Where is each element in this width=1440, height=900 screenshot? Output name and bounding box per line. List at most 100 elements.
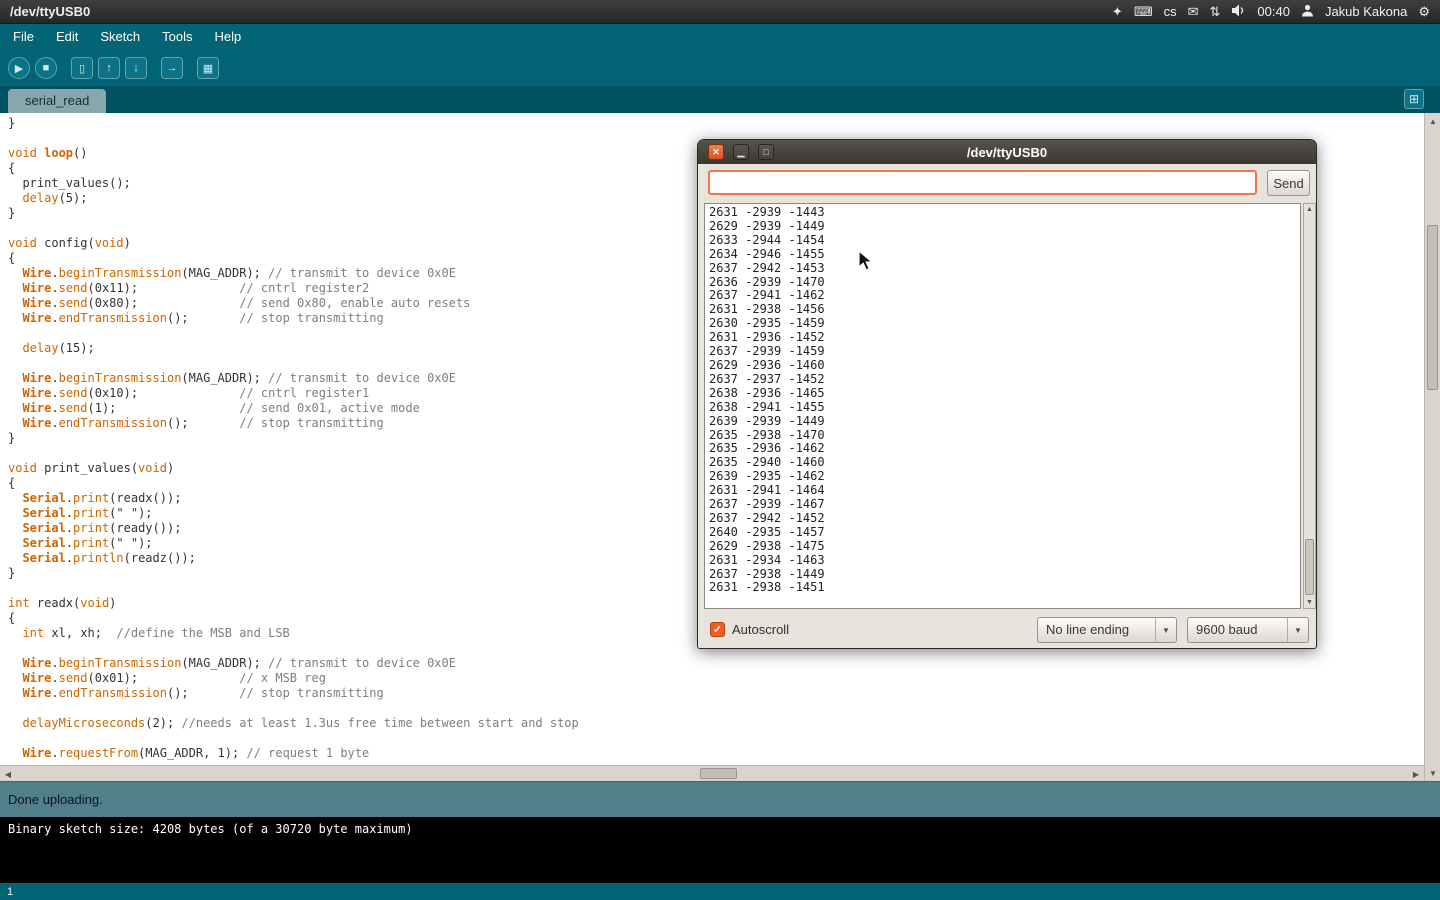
serial-line: 2637 -2939 -1467	[709, 498, 1300, 512]
serial-line: 2629 -2936 -1460	[709, 359, 1300, 373]
serial-monitor-button[interactable]: ▦	[197, 57, 219, 79]
serial-line: 2635 -2938 -1470	[709, 429, 1300, 443]
verify-button[interactable]: ▶	[8, 57, 30, 79]
horizontal-scroll-thumb[interactable]	[700, 768, 737, 779]
volume-icon[interactable]	[1231, 4, 1246, 19]
panel-indicators: ✦ ⌨ cs ✉ ⇅ 00:40 Jakub Kakona ⚙	[1112, 4, 1430, 19]
autoscroll-label: Autoscroll	[732, 622, 789, 637]
serial-line: 2629 -2939 -1449	[709, 220, 1300, 234]
serial-line: 2631 -2938 -1451	[709, 581, 1300, 595]
scroll-down-icon[interactable]: ▼	[1425, 765, 1440, 781]
serial-monitor-icon: ▦	[203, 62, 213, 75]
status-bar: Done uploading.	[0, 781, 1440, 817]
serial-monitor-title: /dev/ttyUSB0	[967, 145, 1047, 160]
window-minimize-button[interactable]: ▁	[733, 144, 749, 160]
vertical-scrollbar[interactable]: ▲ ▼	[1424, 113, 1440, 781]
serial-line: 2631 -2941 -1464	[709, 484, 1300, 498]
open-icon: ↑	[106, 62, 112, 74]
serial-line: 2639 -2935 -1462	[709, 470, 1300, 484]
toolbar: ▶ ■ ▯ ↑ ↓ → ▦	[0, 50, 1440, 86]
baud-rate-value: 9600 baud	[1188, 618, 1287, 642]
open-button[interactable]: ↑	[98, 57, 120, 79]
serial-output-scrollbar[interactable]: ▲ ▼	[1303, 203, 1316, 609]
menu-item-tools[interactable]: Tools	[151, 24, 203, 50]
tab-serial-read[interactable]: serial_read	[8, 89, 106, 113]
vertical-scroll-thumb[interactable]	[1427, 225, 1438, 390]
serial-line: 2630 -2935 -1459	[709, 317, 1300, 331]
window-maximize-button[interactable]: □	[758, 144, 774, 160]
serial-line: 2637 -2939 -1459	[709, 345, 1300, 359]
serial-output[interactable]: 2631 -2939 -14432629 -2939 -14492633 -29…	[704, 203, 1301, 609]
code-line	[8, 701, 1424, 716]
check-icon: ✓	[713, 623, 722, 636]
autoscroll-checkbox[interactable]: ✓	[710, 622, 725, 637]
save-button[interactable]: ↓	[125, 57, 147, 79]
serial-line: 2637 -2942 -1453	[709, 262, 1300, 276]
clock[interactable]: 00:40	[1257, 4, 1290, 19]
horizontal-scrollbar[interactable]: ◀ ▶	[0, 765, 1424, 781]
menu-item-edit[interactable]: Edit	[45, 24, 89, 50]
tab-menu-button[interactable]: ⊞	[1404, 89, 1424, 109]
verify-icon: ▶	[15, 62, 23, 75]
serial-line: 2631 -2936 -1452	[709, 331, 1300, 345]
serial-scroll-up-icon[interactable]: ▲	[1304, 204, 1315, 215]
serial-send-input[interactable]	[708, 170, 1257, 195]
serial-line: 2634 -2946 -1455	[709, 248, 1300, 262]
serial-line: 2631 -2938 -1456	[709, 303, 1300, 317]
code-line: Wire.requestFrom(MAG_ADDR, 1); // reques…	[8, 746, 1424, 761]
serial-line: 2638 -2941 -1455	[709, 401, 1300, 415]
serial-line: 2637 -2937 -1452	[709, 373, 1300, 387]
indicator-applet-icon[interactable]: ✦	[1112, 5, 1123, 18]
baud-rate-select[interactable]: 9600 baud ▼	[1187, 617, 1309, 643]
code-line: delayMicroseconds(2); //needs at least 1…	[8, 716, 1424, 731]
menu-item-help[interactable]: Help	[203, 24, 252, 50]
code-line: Wire.beginTransmission(MAG_ADDR); // tra…	[8, 656, 1424, 671]
serial-line: 2635 -2940 -1460	[709, 456, 1300, 470]
serial-scroll-down-icon[interactable]: ▼	[1304, 597, 1315, 608]
menu-item-file[interactable]: File	[2, 24, 45, 50]
serial-line: 2631 -2934 -1463	[709, 554, 1300, 568]
send-button[interactable]: Send	[1267, 170, 1310, 196]
mouse-cursor	[858, 250, 874, 277]
serial-line: 2637 -2938 -1449	[709, 568, 1300, 582]
user-menu[interactable]: Jakub Kakona	[1325, 4, 1407, 19]
current-line-number: 1	[7, 886, 13, 898]
upload-icon: →	[167, 62, 178, 74]
close-icon: ✕	[712, 148, 720, 157]
serial-line: 2638 -2936 -1465	[709, 387, 1300, 401]
serial-scroll-thumb[interactable]	[1305, 539, 1314, 595]
status-message: Done uploading.	[8, 792, 103, 807]
maximize-icon: □	[763, 148, 768, 157]
code-line: Wire.send(0x01); // x MSB reg	[8, 671, 1424, 686]
serial-monitor-titlebar[interactable]: ✕ ▁ □ /dev/ttyUSB0	[698, 140, 1316, 164]
tab-menu-icon: ⊞	[1409, 92, 1419, 106]
keyboard-layout-icon[interactable]: ⌨	[1134, 5, 1153, 18]
serial-line: 2637 -2942 -1452	[709, 512, 1300, 526]
line-number-strip: 1	[0, 883, 1440, 900]
window-close-button[interactable]: ✕	[708, 144, 724, 160]
code-line: Wire.endTransmission(); // stop transmit…	[8, 686, 1424, 701]
new-sketch-button[interactable]: ▯	[71, 57, 93, 79]
serial-line: 2633 -2944 -1454	[709, 234, 1300, 248]
upload-button[interactable]: →	[161, 57, 183, 79]
menu-item-sketch[interactable]: Sketch	[89, 24, 151, 50]
chevron-down-icon: ▼	[1287, 618, 1308, 642]
mail-icon[interactable]: ✉	[1188, 5, 1199, 18]
chevron-down-icon: ▼	[1155, 618, 1176, 642]
panel-window-title: /dev/ttyUSB0	[10, 4, 90, 19]
stop-icon: ■	[43, 62, 50, 74]
scroll-up-icon[interactable]: ▲	[1425, 113, 1440, 129]
scroll-right-icon[interactable]: ▶	[1408, 766, 1424, 782]
serial-line: 2636 -2939 -1470	[709, 276, 1300, 290]
session-gear-icon[interactable]: ⚙	[1418, 5, 1430, 18]
scroll-left-icon[interactable]: ◀	[0, 766, 16, 782]
line-ending-select[interactable]: No line ending ▼	[1037, 617, 1177, 643]
serial-monitor-window: ✕ ▁ □ /dev/ttyUSB0 Send 2631 -2939 -1443…	[697, 139, 1317, 649]
serial-line: 2640 -2935 -1457	[709, 526, 1300, 540]
console: Binary sketch size: 4208 bytes (of a 307…	[0, 817, 1440, 883]
network-sync-icon[interactable]: ⇅	[1209, 5, 1220, 18]
minimize-icon: ▁	[738, 148, 745, 157]
stop-button[interactable]: ■	[35, 57, 57, 79]
keyboard-layout-label[interactable]: cs	[1164, 4, 1177, 19]
new-sketch-icon: ▯	[79, 62, 85, 75]
